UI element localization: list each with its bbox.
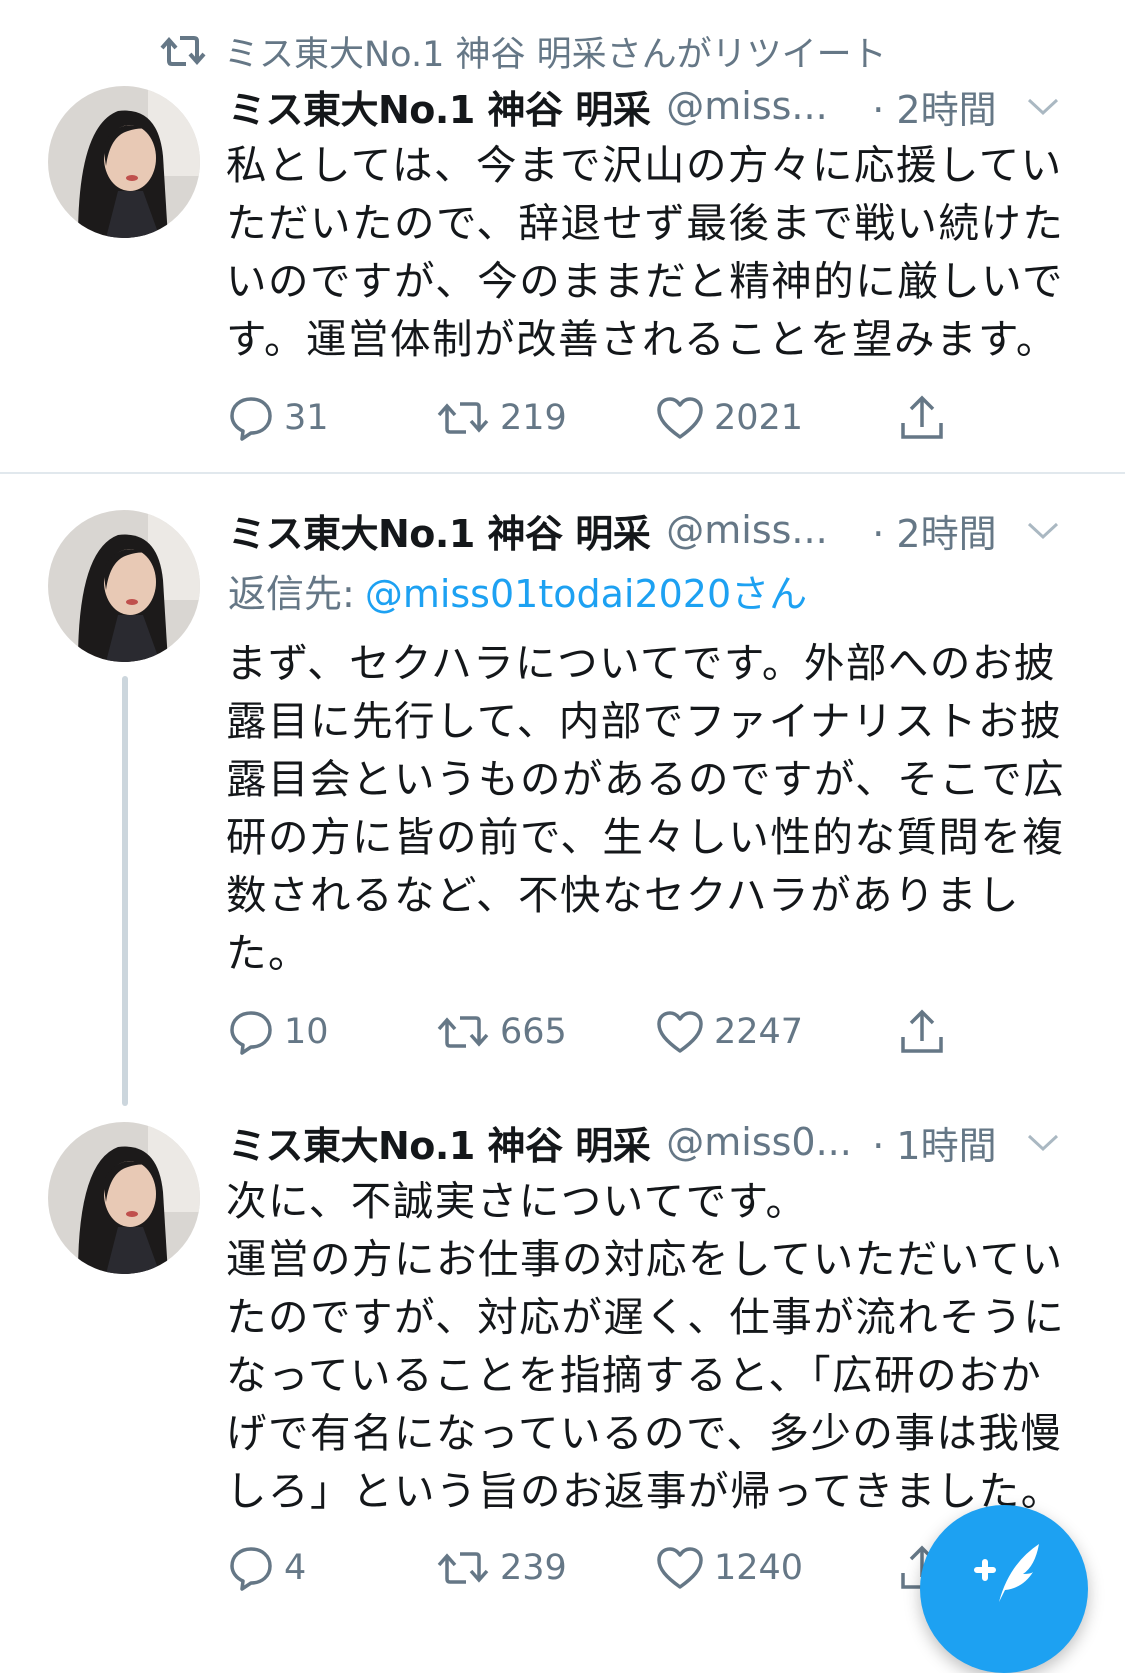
author-handle[interactable]: @miss...: [666, 84, 862, 128]
share-button[interactable]: [898, 1004, 956, 1060]
retweet-icon: [437, 1016, 489, 1048]
retweet-context-text: ミス東大No.1 神谷 明采さんがリツイート: [224, 34, 887, 75]
chevron-down-icon[interactable]: [1025, 518, 1061, 542]
retweet-icon: [437, 1552, 489, 1584]
tweet-header: ミス東大No.1 神谷 明采 @miss0... · 1時間: [228, 1114, 1061, 1170]
tweet-header: ミス東大No.1 神谷 明采 @miss... · 2時間: [228, 502, 1061, 558]
compose-tweet-icon: [974, 1544, 1039, 1602]
retweet-button[interactable]: 219: [436, 390, 567, 446]
reply-icon: [230, 397, 272, 441]
thread-line: [122, 676, 128, 1106]
tweet-text: 私としては、今まで沢山の方々に応援していただいたので、辞退せず最後まで戦い続けた…: [226, 141, 1065, 363]
share-button[interactable]: [898, 390, 956, 446]
retweet-count: 219: [500, 398, 567, 438]
compose-tweet-button[interactable]: [920, 1505, 1088, 1673]
tweet-time[interactable]: · 1時間: [872, 1115, 996, 1170]
reply-count: 31: [284, 398, 329, 438]
retweet-context: ミス東大No.1 神谷 明采さんがリツイート: [160, 26, 887, 76]
reply-to-mention[interactable]: @miss01todai2020さん: [365, 563, 807, 618]
tweet-text: 次に、不誠実さについてです。 運営の方にお仕事の対応をしていただいていたのですが…: [226, 1177, 1066, 1515]
heart-icon: [657, 397, 703, 439]
retweet-icon: [437, 402, 489, 434]
reply-to-label: 返信先:: [228, 571, 355, 616]
tweet-time[interactable]: · 2時間: [872, 503, 996, 558]
tweet-time[interactable]: · 2時間: [872, 79, 996, 134]
reply-button[interactable]: 10: [228, 1004, 329, 1060]
retweet-icon: [160, 36, 206, 66]
like-count: 1240: [714, 1548, 804, 1588]
heart-icon: [657, 1011, 703, 1053]
reply-button[interactable]: 4: [228, 1540, 306, 1596]
chevron-down-icon[interactable]: [1025, 94, 1061, 118]
author-name[interactable]: ミス東大No.1 神谷 明采: [228, 1115, 651, 1170]
like-count: 2247: [714, 1012, 804, 1052]
retweet-count: 239: [500, 1548, 567, 1588]
share-icon: [901, 395, 943, 439]
avatar[interactable]: [48, 510, 200, 662]
reply-to: 返信先: @miss01todai2020さん: [228, 562, 807, 618]
author-name[interactable]: ミス東大No.1 神谷 明采: [228, 503, 651, 558]
like-button[interactable]: 1240: [656, 1540, 803, 1596]
retweet-count: 665: [500, 1012, 567, 1052]
like-count: 2021: [714, 398, 804, 438]
tweet-divider: [0, 472, 1125, 474]
chevron-down-icon[interactable]: [1025, 1130, 1061, 1154]
heart-icon: [657, 1547, 703, 1589]
like-button[interactable]: 2021: [656, 390, 803, 446]
retweet-button[interactable]: 665: [436, 1004, 567, 1060]
reply-icon: [230, 1011, 272, 1055]
reply-count: 10: [284, 1012, 329, 1052]
author-name[interactable]: ミス東大No.1 神谷 明采: [228, 79, 651, 134]
tweet-header: ミス東大No.1 神谷 明采 @miss... · 2時間: [228, 78, 1061, 134]
reply-count: 4: [284, 1548, 307, 1588]
reply-icon: [230, 1547, 272, 1591]
like-button[interactable]: 2247: [656, 1004, 803, 1060]
author-handle[interactable]: @miss0...: [666, 1120, 862, 1164]
avatar[interactable]: [48, 86, 200, 238]
share-icon: [901, 1009, 943, 1053]
reply-button[interactable]: 31: [228, 390, 329, 446]
avatar[interactable]: [48, 1122, 200, 1274]
retweet-button[interactable]: 239: [436, 1540, 567, 1596]
tweet-text: まず、セクハラについてです。外部へのお披露目に先行して、内部でファイナリストお披…: [226, 639, 1066, 977]
author-handle[interactable]: @miss...: [666, 508, 862, 552]
